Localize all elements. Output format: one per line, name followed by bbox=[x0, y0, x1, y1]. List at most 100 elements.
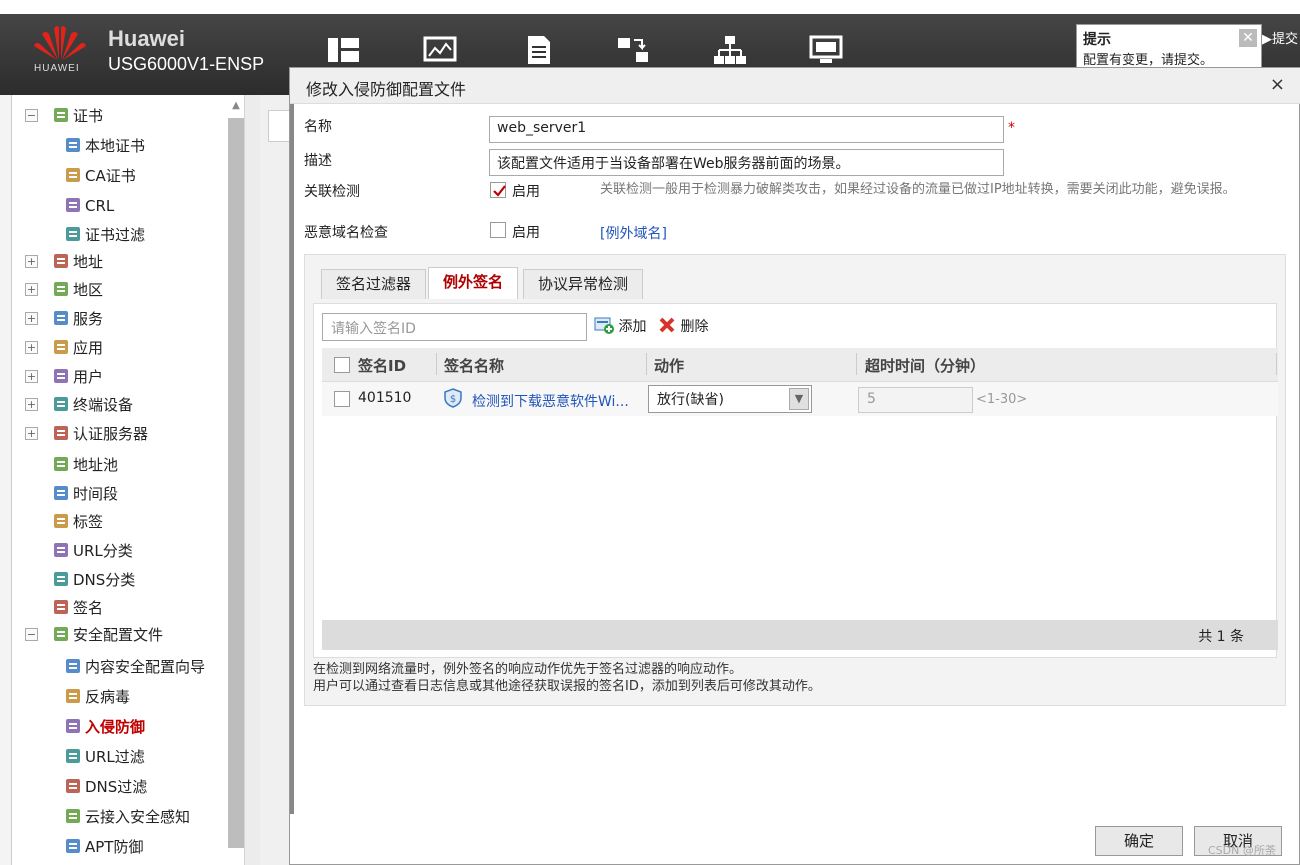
sidebar-item[interactable]: 内容安全配置向导 bbox=[64, 656, 205, 678]
select-all-checkbox[interactable] bbox=[334, 357, 350, 373]
tab-exception-signature[interactable]: 例外签名 bbox=[428, 267, 519, 299]
expand-toggle-icon[interactable]: + bbox=[25, 255, 38, 268]
sidebar-item[interactable]: 安全配置文件 bbox=[52, 624, 163, 646]
submit-link[interactable]: ▶提交 bbox=[1262, 28, 1298, 47]
sidebar-item-label: 反病毒 bbox=[85, 688, 131, 706]
malicious-domain-checkbox[interactable] bbox=[490, 222, 506, 238]
expand-toggle-icon[interactable]: + bbox=[25, 283, 38, 296]
sidebar-item[interactable]: 标签 bbox=[52, 511, 103, 533]
col-action[interactable]: 动作 bbox=[654, 355, 684, 376]
sidebar-item-label: 应用 bbox=[73, 339, 104, 357]
sidebar-item[interactable]: 本地证书 bbox=[64, 135, 145, 157]
user-icon bbox=[52, 367, 70, 385]
sidebar-item[interactable]: URL过滤 bbox=[64, 746, 145, 768]
col-timeout[interactable]: 超时时间（分钟） bbox=[865, 355, 985, 376]
content-security-wizard-icon bbox=[64, 657, 82, 675]
sidebar-collapse-bar[interactable] bbox=[244, 95, 260, 865]
sidebar-item[interactable]: 云接入安全感知 bbox=[64, 806, 190, 828]
sidebar-item[interactable]: 签名 bbox=[52, 597, 103, 619]
dns-filter-icon bbox=[64, 777, 82, 795]
brand-name: Huawei bbox=[108, 26, 186, 51]
sidebar-item[interactable]: APT防御 bbox=[64, 836, 143, 858]
description-field[interactable]: 该配置文件适用于当设备部署在Web服务器前面的场景。 bbox=[489, 149, 1004, 176]
expand-toggle-icon[interactable]: + bbox=[25, 341, 38, 354]
dashboard-icon[interactable] bbox=[326, 34, 362, 66]
sidebar-item[interactable]: CA证书 bbox=[64, 165, 136, 187]
sidebar-item[interactable]: 证书过滤 bbox=[64, 224, 145, 246]
expand-toggle-icon[interactable]: + bbox=[25, 427, 38, 440]
sidebar-item[interactable]: 应用 bbox=[52, 337, 103, 359]
terminal-device-icon bbox=[52, 395, 70, 413]
address-icon bbox=[52, 252, 70, 270]
table-row: 401510 $ 检测到下载恶意软件Wi... 放行(缺省) ▼ 5 <1-30… bbox=[322, 382, 1278, 416]
correlation-checkbox[interactable] bbox=[490, 182, 506, 198]
signature-id-search-input[interactable]: 请输入签名ID bbox=[322, 313, 587, 341]
sidebar-item[interactable]: 入侵防御 bbox=[64, 716, 145, 738]
action-select[interactable]: 放行(缺省) ▼ bbox=[648, 385, 812, 413]
sidebar-scrollbar[interactable] bbox=[228, 118, 244, 848]
security-profile-icon bbox=[52, 625, 70, 643]
ok-button[interactable]: 确定 bbox=[1095, 826, 1183, 856]
tab-protocol-anomaly[interactable]: 协议异常检测 bbox=[523, 269, 644, 299]
sidebar-item[interactable]: 认证服务器 bbox=[52, 423, 148, 445]
top-white-strip bbox=[0, 0, 1300, 14]
sidebar-item[interactable]: DNS过滤 bbox=[64, 776, 147, 798]
sidebar-item[interactable]: 地址 bbox=[52, 251, 103, 273]
correlation-enable-label: 启用 bbox=[512, 184, 540, 200]
sidebar-item[interactable]: 服务 bbox=[52, 308, 103, 330]
row-signature-name[interactable]: 检测到下载恶意软件Wi... bbox=[472, 391, 629, 411]
document-icon[interactable] bbox=[520, 34, 556, 66]
sidebar-item-label: 安全配置文件 bbox=[73, 626, 164, 644]
sidebar-item[interactable]: 证书 bbox=[52, 105, 103, 127]
expand-toggle-icon[interactable]: + bbox=[25, 312, 38, 325]
tooltip-title: 提示 bbox=[1083, 32, 1111, 48]
sidebar-item-label: 时间段 bbox=[73, 485, 119, 503]
sidebar-item[interactable]: 时间段 bbox=[52, 483, 118, 505]
tab-signature-filter[interactable]: 签名过滤器 bbox=[321, 269, 427, 299]
table-footer: 共 1 条 bbox=[322, 620, 1278, 650]
action-select-value: 放行(缺省) bbox=[657, 392, 724, 408]
sidebar-item[interactable]: 终端设备 bbox=[52, 394, 133, 416]
sidebar-item[interactable]: 地区 bbox=[52, 279, 103, 301]
expand-toggle-icon[interactable]: + bbox=[25, 398, 38, 411]
cloud-access-icon bbox=[64, 807, 82, 825]
expand-toggle-icon[interactable]: + bbox=[25, 370, 38, 383]
sidebar-item-label: 内容安全配置向导 bbox=[85, 658, 206, 676]
signature-icon bbox=[52, 598, 70, 616]
close-icon[interactable]: × bbox=[1270, 74, 1285, 95]
region-icon bbox=[52, 280, 70, 298]
sidebar-item-label: 地址池 bbox=[73, 456, 119, 474]
sidebar-item-label: 标签 bbox=[73, 513, 104, 531]
add-button[interactable]: 添加 bbox=[594, 316, 646, 336]
intrusion-prevention-icon bbox=[64, 717, 82, 735]
col-signature-name[interactable]: 签名名称 bbox=[444, 355, 504, 376]
sidebar-item[interactable]: DNS分类 bbox=[52, 569, 135, 591]
cert-filter-icon bbox=[64, 225, 82, 243]
edit-ips-profile-dialog: 修改入侵防御配置文件 × 名称 web_server1 * 描述 该配置文件适用… bbox=[289, 67, 1300, 865]
dialog-title: 修改入侵防御配置文件 bbox=[306, 80, 467, 99]
policy-icon[interactable] bbox=[616, 34, 652, 66]
col-signature-id[interactable]: 签名ID bbox=[358, 355, 406, 376]
system-icon[interactable] bbox=[808, 34, 844, 66]
sidebar-item[interactable]: CRL bbox=[64, 195, 114, 217]
exception-domain-link[interactable]: [例外域名] bbox=[600, 223, 667, 243]
expand-toggle-icon[interactable]: − bbox=[25, 628, 38, 641]
delete-button[interactable]: 删除 bbox=[658, 316, 708, 336]
exception-note: 在检测到网络流量时，例外签名的响应动作优先于签名过滤器的响应动作。 用户可以通过… bbox=[313, 661, 821, 695]
scroll-up-icon[interactable]: ▲ bbox=[228, 100, 244, 116]
network-icon[interactable] bbox=[712, 34, 748, 66]
sidebar-item[interactable]: URL分类 bbox=[52, 540, 133, 562]
row-checkbox[interactable] bbox=[334, 391, 350, 407]
monitor-chart-icon[interactable] bbox=[422, 34, 458, 66]
sidebar-item[interactable]: 地址池 bbox=[52, 454, 118, 476]
expand-toggle-icon[interactable]: − bbox=[25, 109, 38, 122]
name-field[interactable]: web_server1 bbox=[489, 116, 1004, 143]
dialog-scrollbar[interactable] bbox=[290, 104, 294, 814]
chevron-down-icon[interactable]: ▼ bbox=[789, 388, 809, 410]
timeout-input[interactable]: 5 bbox=[858, 387, 973, 413]
application-icon bbox=[52, 338, 70, 356]
tooltip-close-icon[interactable]: ✕ bbox=[1239, 29, 1257, 47]
sidebar-item[interactable]: 用户 bbox=[52, 366, 103, 388]
sidebar-item[interactable]: 反病毒 bbox=[64, 686, 130, 708]
ca-cert-icon bbox=[64, 166, 82, 184]
